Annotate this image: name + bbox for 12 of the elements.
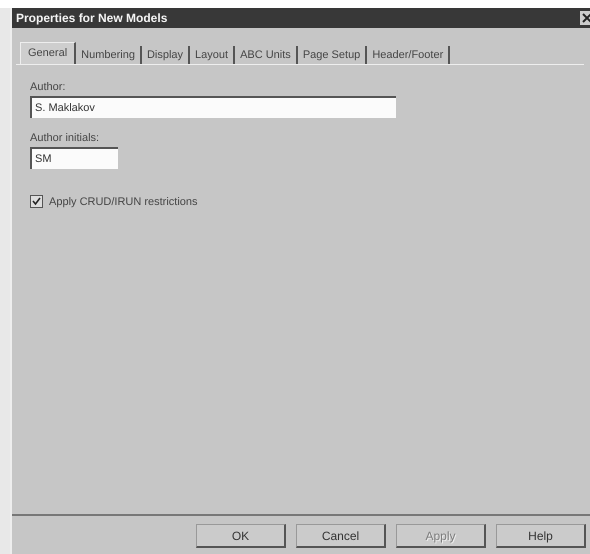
tab[interactable]: General xyxy=(20,42,76,64)
checkbox-label: Apply CRUD/IRUN restrictions xyxy=(49,196,198,208)
dialog-button[interactable]: Help xyxy=(496,524,586,548)
initials-field[interactable]: SM xyxy=(30,147,118,169)
author-field[interactable]: S. Maklakov xyxy=(30,96,396,118)
dialog-button[interactable]: OK xyxy=(196,524,286,548)
checkbox[interactable] xyxy=(30,195,43,208)
window-title: Properties for New Models xyxy=(16,11,168,25)
field-label: Author initials: xyxy=(30,132,100,144)
close-icon[interactable] xyxy=(580,11,590,25)
field-label: Author: xyxy=(30,81,66,93)
dialog-button[interactable]: Cancel xyxy=(296,524,386,548)
